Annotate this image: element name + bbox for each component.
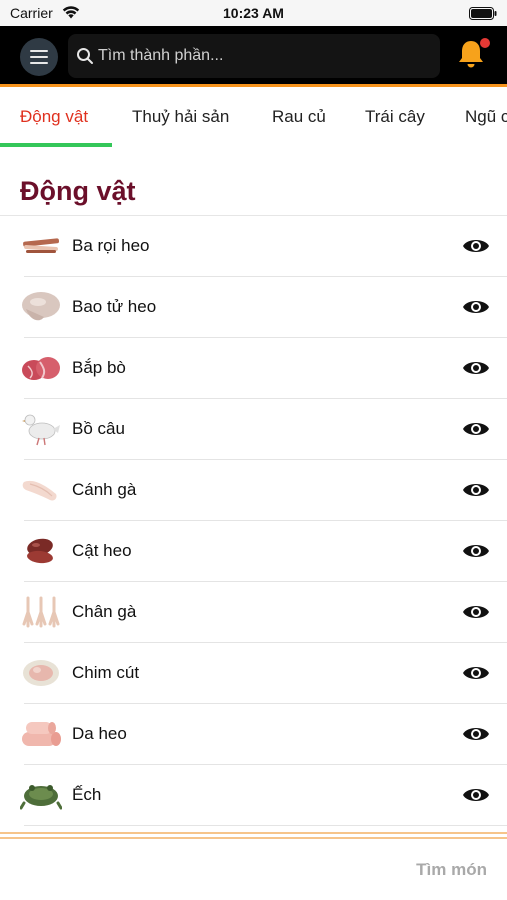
- eye-icon[interactable]: [462, 785, 490, 805]
- item-label: Bắp bò: [72, 358, 126, 377]
- list-item[interactable]: Chim cút: [0, 643, 507, 704]
- search-input[interactable]: [98, 34, 428, 78]
- app-header: [0, 26, 507, 84]
- footer-divider: [0, 832, 507, 840]
- chicken-feet-thumbnail: [22, 596, 60, 628]
- eye-icon[interactable]: [462, 480, 490, 500]
- eye-icon[interactable]: [462, 663, 490, 683]
- item-label: Bồ câu: [72, 419, 125, 438]
- list-item[interactable]: Bắp bò: [0, 338, 507, 399]
- eye-icon[interactable]: [462, 541, 490, 561]
- pig-stomach-thumbnail: [22, 292, 60, 321]
- chicken-wing-thumbnail: [22, 480, 57, 501]
- menu-button[interactable]: [20, 38, 58, 76]
- row-separator: [24, 825, 507, 826]
- item-label: Bao tử heo: [72, 297, 157, 316]
- status-bar: Carrier 10:23 AM: [0, 0, 507, 26]
- item-label: Chân gà: [72, 602, 137, 621]
- tab-thuy-hai-san[interactable]: Thuỷ hải sản: [132, 107, 229, 127]
- find-dish-button[interactable]: Tìm món: [416, 860, 487, 880]
- pork-skin-thumbnail: [22, 722, 61, 746]
- item-label: Chim cút: [72, 663, 140, 682]
- frog-thumbnail: [20, 785, 62, 810]
- active-tab-indicator: [0, 143, 112, 147]
- pigeon-thumbnail: [22, 414, 60, 446]
- notification-badge: [480, 38, 490, 48]
- tab-trai-cay[interactable]: Trái cây: [365, 107, 425, 127]
- pig-kidney-thumbnail: [27, 538, 53, 564]
- item-label: Ếch: [72, 785, 102, 804]
- status-time: 10:23 AM: [223, 5, 284, 21]
- tab-dong-vat[interactable]: Động vật: [20, 107, 88, 127]
- item-label: Ba rọi heo: [72, 236, 150, 255]
- battery-icon: [469, 7, 497, 20]
- list-item[interactable]: Cánh gà: [0, 460, 507, 521]
- list-item[interactable]: Bao tử heo: [0, 277, 507, 338]
- tab-ngu-coc[interactable]: Ngũ cốc: [465, 107, 507, 127]
- notification-button[interactable]: [456, 38, 490, 72]
- list-item[interactable]: Cật heo: [0, 521, 507, 582]
- list-item[interactable]: Da heo: [0, 704, 507, 765]
- tab-rau-cu[interactable]: Rau củ: [272, 107, 326, 127]
- beef-shank-thumbnail: [22, 357, 60, 380]
- search-icon: [77, 48, 93, 64]
- item-label: Cật heo: [72, 541, 132, 560]
- section-title: Động vật: [20, 176, 136, 206]
- search-box[interactable]: [68, 34, 440, 78]
- ingredient-list: Ba rọi heo Bao tử heo Bắp bò Bồ câu Cánh…: [0, 216, 507, 826]
- list-item[interactable]: Chân gà: [0, 582, 507, 643]
- item-label: Cánh gà: [72, 480, 137, 499]
- category-tab-bar: Động vật Thuỷ hải sản Rau củ Trái cây Ng…: [0, 87, 507, 148]
- hamburger-icon: [30, 50, 48, 64]
- eye-icon[interactable]: [462, 236, 490, 256]
- list-item[interactable]: Bồ câu: [0, 399, 507, 460]
- pork-belly-thumbnail: [23, 238, 60, 253]
- quail-thumbnail: [23, 660, 59, 686]
- eye-icon[interactable]: [462, 602, 490, 622]
- list-item[interactable]: Ếch: [0, 765, 507, 826]
- eye-icon[interactable]: [462, 419, 490, 439]
- item-label: Da heo: [72, 724, 127, 743]
- eye-icon[interactable]: [462, 358, 490, 378]
- eye-icon[interactable]: [462, 297, 490, 317]
- list-item[interactable]: Ba rọi heo: [0, 216, 507, 277]
- eye-icon[interactable]: [462, 724, 490, 744]
